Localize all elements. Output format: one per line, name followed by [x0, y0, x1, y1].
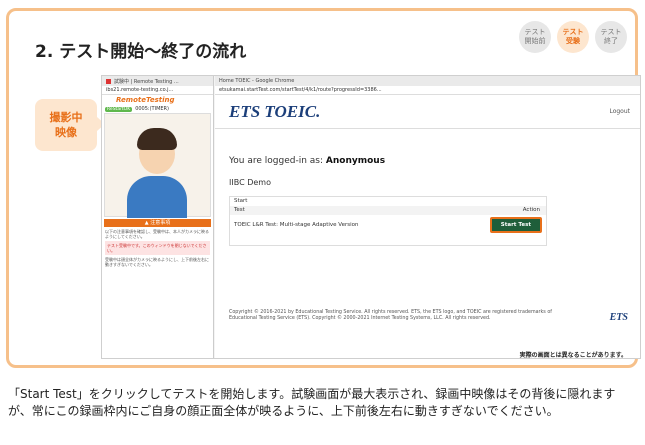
person-hair — [137, 128, 177, 150]
step-before-test: テスト 開始前 — [519, 21, 551, 53]
screenshot-area: 試験中 | Remote Testing ... ibs21.remote-te… — [101, 75, 641, 359]
app-icon — [106, 78, 111, 84]
remote-testing-status: ReStartOK 0005:(TIMER) — [102, 105, 213, 113]
caption-text: 「Start Test」をクリックしてテストを開始します。試験画面が最大表示され… — [8, 387, 616, 418]
person-body — [127, 176, 187, 218]
instruction-text-2: 受験中は顔全体がカメラに映るようにし、上下前後左右に動きすぎないでください。 — [105, 257, 209, 267]
toeic-header: ETS TOEIC. Logout — [215, 95, 640, 129]
col-action: Action — [522, 207, 540, 213]
slide-frame: 2. テスト開始〜終了の流れ テスト 開始前 テスト 受験 テスト 終了 撮影中… — [6, 8, 641, 368]
camera-preview — [104, 113, 211, 218]
remote-testing-address[interactable]: ibs21.remote-testing.co.j... — [102, 86, 213, 95]
step-taking-test: テスト 受験 — [557, 21, 589, 53]
remote-testing-titlebar: 試験中 | Remote Testing ... — [102, 76, 213, 86]
start-test-button[interactable]: Start Test — [489, 217, 542, 233]
remote-testing-logo: RemoteTesting — [116, 96, 175, 104]
page-title: 2. テスト開始〜終了の流れ — [35, 42, 247, 62]
toeic-titlebar: Home TOEIC - Google Chrome — [215, 76, 640, 86]
ets-toeic-logo: ETS TOEIC. — [229, 101, 321, 121]
toeic-window: Home TOEIC - Google Chrome etsukamai.sta… — [215, 76, 640, 358]
step-indicator: テスト 開始前 テスト 受験 テスト 終了 — [519, 21, 627, 53]
table-row: TOEIC L&R Test: Multi-stage Adaptive Ver… — [230, 215, 546, 235]
logged-in-text: You are logged-in as: Anonymous — [229, 156, 386, 166]
start-table: Start Test Action TOEIC L&R Test: Multi-… — [229, 196, 547, 246]
table-header: Test Action — [230, 206, 546, 215]
timer: 0005:(TIMER) — [135, 106, 169, 112]
status-pill: ReStartOK — [105, 106, 133, 112]
start-header: Start — [234, 198, 248, 204]
organization-name: IIBC Demo — [229, 178, 271, 187]
warning-bar: ▲ 注意事項 — [104, 219, 211, 227]
step-end-test: テスト 終了 — [595, 21, 627, 53]
alert-text: テスト受験中です。このウィンドウを閉じないでください。 — [105, 241, 210, 255]
logout-link[interactable]: Logout — [609, 108, 630, 115]
col-test: Test — [234, 207, 245, 213]
recording-badge: 撮影中 映像 — [35, 99, 105, 151]
instruction-text: 以下の注意事項を確認し、受験中は、本人がカメラに映るようにしてください。 — [105, 229, 209, 239]
ets-footer-logo: ETS — [609, 312, 628, 323]
remote-testing-window: 試験中 | Remote Testing ... ibs21.remote-te… — [102, 76, 214, 358]
test-name: TOEIC L&R Test: Multi-stage Adaptive Ver… — [234, 222, 359, 228]
disclaimer-note: 実際の画面とは異なることがあります。 — [519, 352, 627, 359]
toeic-address[interactable]: etsukamai.startTest.com/startTest/4/k1/r… — [215, 86, 640, 95]
copyright-footer: Copyright © 2016-2021 by Educational Tes… — [229, 310, 552, 321]
